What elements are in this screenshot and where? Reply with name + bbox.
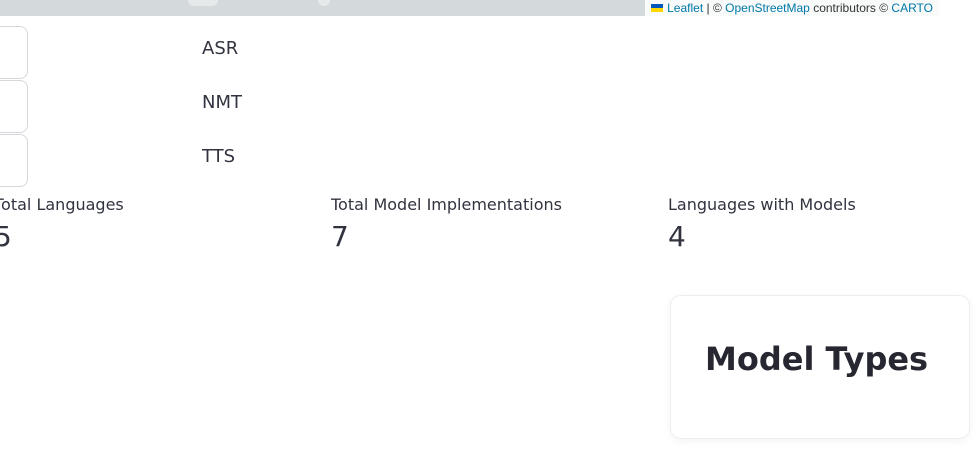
model-type-label: ASR bbox=[202, 38, 239, 59]
metric-label: Languages with Models bbox=[668, 195, 856, 214]
map-attribution: Leaflet | © OpenStreetMap contributors ©… bbox=[645, 0, 939, 16]
page: Leaflet | © OpenStreetMap contributors ©… bbox=[0, 0, 979, 461]
model-type-checkbox[interactable] bbox=[0, 26, 28, 79]
map-land bbox=[188, 0, 218, 6]
metric-total-model-implementations: Total Model Implementations 7 bbox=[331, 195, 562, 255]
attribution-separator: | © bbox=[706, 1, 722, 15]
card-title: Model Types bbox=[705, 340, 929, 378]
ukraine-flag-icon bbox=[651, 4, 664, 12]
model-types-card: Model Types bbox=[671, 296, 969, 438]
carto-link[interactable]: CARTO bbox=[891, 1, 933, 15]
metric-languages-with-models: Languages with Models 4 bbox=[668, 195, 856, 255]
metric-value: 4 bbox=[668, 220, 686, 253]
attribution-contributors: contributors © bbox=[813, 1, 889, 15]
model-type-checkbox[interactable] bbox=[0, 80, 28, 133]
map[interactable]: Leaflet | © OpenStreetMap contributors ©… bbox=[0, 0, 939, 16]
model-type-label: TTS bbox=[202, 146, 236, 167]
model-type-checkbox[interactable] bbox=[0, 134, 28, 187]
metric-label: Total Model Implementations bbox=[331, 195, 562, 214]
model-type-label: NMT bbox=[202, 92, 242, 113]
map-land bbox=[318, 0, 330, 6]
metric-value: 7 bbox=[331, 220, 349, 253]
metric-value: 5 bbox=[0, 220, 12, 253]
metric-label: Total Languages bbox=[0, 195, 124, 214]
metric-total-languages: Total Languages 5 bbox=[0, 195, 124, 255]
leaflet-link[interactable]: Leaflet bbox=[667, 1, 703, 15]
openstreetmap-link[interactable]: OpenStreetMap bbox=[725, 1, 810, 15]
